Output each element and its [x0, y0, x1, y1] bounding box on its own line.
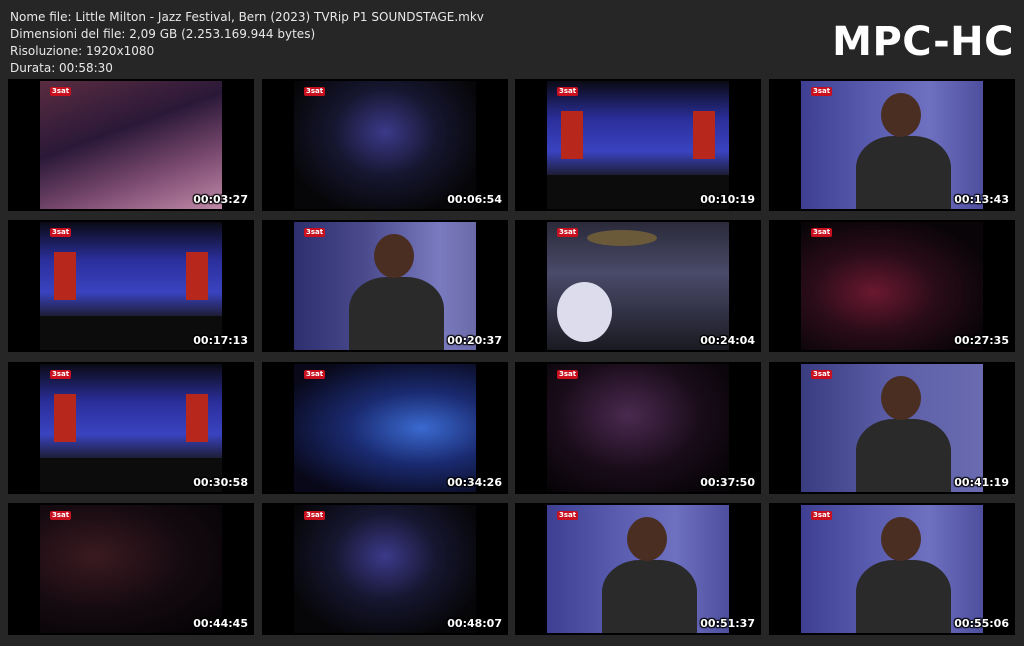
thumbnail-frame: 3sat	[294, 81, 476, 209]
channel-logo: 3sat	[811, 228, 833, 237]
performer-body-shape	[856, 419, 951, 492]
thumbnail: 3sat 00:27:35	[769, 220, 1015, 352]
stage-banner-shape	[186, 252, 208, 300]
stage-banner-shape	[54, 394, 76, 442]
thumbnail: 3sat 00:03:27	[8, 79, 254, 211]
thumbnail: 3sat 00:51:37	[515, 503, 761, 635]
stage-banner-shape	[54, 252, 76, 300]
channel-logo: 3sat	[50, 370, 72, 379]
timestamp-label: 00:03:27	[193, 193, 248, 206]
timestamp-label: 00:34:26	[447, 476, 502, 489]
performer-body-shape	[349, 277, 444, 350]
channel-logo: 3sat	[304, 511, 326, 520]
thumbnail: 3sat 00:17:13	[8, 220, 254, 352]
channel-logo: 3sat	[557, 228, 579, 237]
channel-logo: 3sat	[557, 87, 579, 96]
thumbnail-frame: 3sat	[547, 222, 729, 350]
timestamp-label: 00:41:19	[954, 476, 1009, 489]
thumbnail: 3sat 00:34:26	[262, 362, 508, 494]
performer-shape	[627, 517, 667, 561]
thumbnail-frame: 3sat	[40, 222, 222, 350]
thumbnail-frame: 3sat	[801, 222, 983, 350]
cymbal-shape	[587, 230, 657, 246]
thumbnail: 3sat 00:55:06	[769, 503, 1015, 635]
timestamp-label: 00:51:37	[700, 617, 755, 630]
thumbnail-frame: 3sat	[547, 81, 729, 209]
stage-banner-shape	[693, 111, 715, 159]
thumbnail-frame: 3sat	[40, 505, 222, 633]
thumbnail: 3sat 00:06:54	[262, 79, 508, 211]
performer-shape	[881, 93, 921, 137]
performer-body-shape	[602, 560, 697, 633]
timestamp-label: 00:13:43	[954, 193, 1009, 206]
drum-shape	[557, 282, 612, 342]
thumbnail: 3sat 00:41:19	[769, 362, 1015, 494]
thumbnail-frame: 3sat	[801, 364, 983, 492]
channel-logo: 3sat	[557, 370, 579, 379]
timestamp-label: 00:48:07	[447, 617, 502, 630]
channel-logo: 3sat	[304, 228, 326, 237]
thumbnail: 3sat 00:20:37	[262, 220, 508, 352]
performer-body-shape	[856, 560, 951, 633]
channel-logo: 3sat	[304, 370, 326, 379]
timestamp-label: 00:17:13	[193, 334, 248, 347]
thumbnail-frame: 3sat	[40, 364, 222, 492]
thumbnail-frame: 3sat	[294, 364, 476, 492]
stage-banner-shape	[561, 111, 583, 159]
file-size: Dimensioni del file: 2,09 GB (2.253.169.…	[10, 27, 316, 41]
thumbnail: 3sat 00:48:07	[262, 503, 508, 635]
thumbnail: 3sat 00:13:43	[769, 79, 1015, 211]
stage-banner-shape	[186, 394, 208, 442]
thumbnail: 3sat 00:44:45	[8, 503, 254, 635]
channel-logo: 3sat	[811, 370, 833, 379]
thumbnail-frame: 3sat	[294, 505, 476, 633]
thumbnail: 3sat 00:24:04	[515, 220, 761, 352]
timestamp-label: 00:44:45	[193, 617, 248, 630]
timestamp-label: 00:10:19	[700, 193, 755, 206]
thumbnail-frame: 3sat	[801, 505, 983, 633]
channel-logo: 3sat	[50, 511, 72, 520]
performer-body-shape	[856, 136, 951, 209]
performer-shape	[881, 517, 921, 561]
channel-logo: 3sat	[304, 87, 326, 96]
thumbnail: 3sat 00:37:50	[515, 362, 761, 494]
thumbnail-frame: 3sat	[547, 505, 729, 633]
timestamp-label: 00:20:37	[447, 334, 502, 347]
timestamp-label: 00:06:54	[447, 193, 502, 206]
performer-shape	[881, 376, 921, 420]
thumbnail-grid: 3sat 00:03:27 3sat 00:06:54 3sat 00:10:19 3sat…	[8, 79, 1018, 639]
channel-logo: 3sat	[557, 511, 579, 520]
thumbnail-frame: 3sat	[294, 222, 476, 350]
file-duration: Durata: 00:58:30	[10, 61, 113, 75]
channel-logo: 3sat	[811, 511, 833, 520]
file-resolution: Risoluzione: 1920x1080	[10, 44, 155, 58]
performer-shape	[374, 234, 414, 278]
thumbnail: 3sat 00:30:58	[8, 362, 254, 494]
thumbnail-frame: 3sat	[547, 364, 729, 492]
file-info: Nome file: Little Milton - Jazz Festival…	[10, 9, 484, 77]
channel-logo: 3sat	[811, 87, 833, 96]
thumbnail-frame: 3sat	[801, 81, 983, 209]
thumbnail: 3sat 00:10:19	[515, 79, 761, 211]
timestamp-label: 00:55:06	[954, 617, 1009, 630]
timestamp-label: 00:27:35	[954, 334, 1009, 347]
mpc-hc-logo: MPC-HC	[832, 19, 1014, 65]
file-name: Nome file: Little Milton - Jazz Festival…	[10, 10, 484, 24]
channel-logo: 3sat	[50, 228, 72, 237]
thumbnail-frame: 3sat	[40, 81, 222, 209]
channel-logo: 3sat	[50, 87, 72, 96]
timestamp-label: 00:37:50	[700, 476, 755, 489]
timestamp-label: 00:24:04	[700, 334, 755, 347]
timestamp-label: 00:30:58	[193, 476, 248, 489]
